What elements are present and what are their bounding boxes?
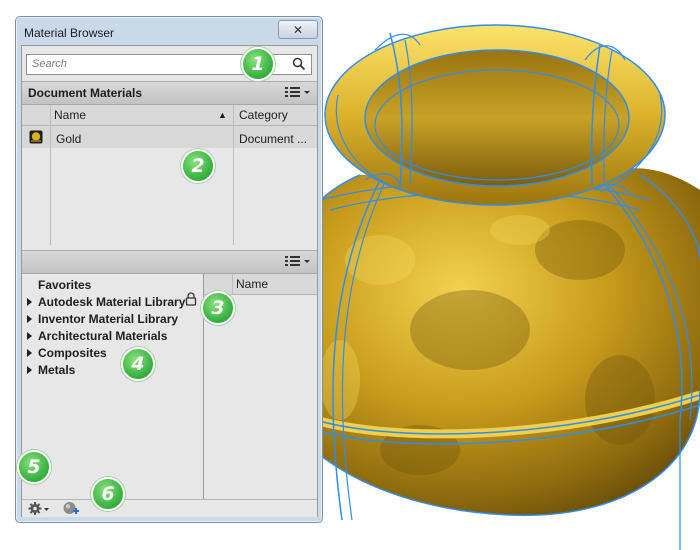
view-options-icon[interactable]: [283, 85, 311, 100]
search-placeholder: Search: [32, 58, 67, 70]
tree-item-inventor-material-library[interactable]: Inventor Material Library: [38, 312, 178, 326]
tree-item-architectural-materials[interactable]: Architectural Materials: [38, 329, 167, 343]
material-category: Document ...: [239, 132, 308, 146]
callout-1: 1: [241, 47, 275, 81]
callout-2: 2: [181, 149, 215, 183]
title-bar[interactable]: Material Browser ✕: [16, 17, 322, 45]
window-title: Material Browser: [24, 26, 115, 40]
column-category[interactable]: Category: [239, 108, 288, 122]
tree-item-metals[interactable]: Metals: [38, 363, 75, 377]
create-material-icon[interactable]: [62, 500, 80, 517]
settings-gear-icon[interactable]: [28, 501, 50, 516]
close-icon: ✕: [292, 22, 304, 37]
callout-3: 3: [201, 291, 235, 325]
callout-5: 5: [17, 450, 51, 484]
expand-arrow-icon[interactable]: [27, 349, 32, 357]
expand-arrow-icon[interactable]: [27, 315, 32, 323]
tree-item-favorites[interactable]: Favorites: [38, 278, 91, 292]
tree-item-autodesk-material-library[interactable]: Autodesk Material Library: [38, 295, 185, 309]
expand-arrow-icon[interactable]: [27, 332, 32, 340]
expand-arrow-icon[interactable]: [27, 298, 32, 306]
expand-arrow-icon[interactable]: [27, 366, 32, 374]
tree-item-composites[interactable]: Composites: [38, 346, 107, 360]
search-icon[interactable]: [292, 57, 306, 71]
document-materials-header: Document Materials: [22, 81, 317, 105]
bottom-toolbar: [22, 499, 317, 517]
column-name[interactable]: Name: [54, 108, 86, 122]
callout-4: 4: [121, 347, 155, 381]
material-name: Gold: [56, 132, 82, 146]
document-materials-title: Document Materials: [28, 86, 143, 100]
sort-ascending-icon[interactable]: ▲: [218, 110, 227, 120]
callout-6: 6: [91, 477, 125, 511]
library-header: [22, 250, 317, 274]
library-view-options-icon[interactable]: [283, 254, 311, 269]
gold-material-swatch-icon: [29, 130, 43, 144]
viewport: Material Browser ✕ Search Document Mater…: [0, 0, 700, 550]
browser-content: Search Document Materials Name ▲ Categor…: [21, 45, 318, 517]
document-materials-columns: Name ▲ Category: [22, 105, 317, 126]
material-browser-window: Material Browser ✕ Search Document Mater…: [15, 16, 323, 523]
lock-icon: [185, 292, 197, 306]
library-column-name[interactable]: Name: [236, 277, 268, 291]
close-button[interactable]: ✕: [278, 20, 318, 39]
